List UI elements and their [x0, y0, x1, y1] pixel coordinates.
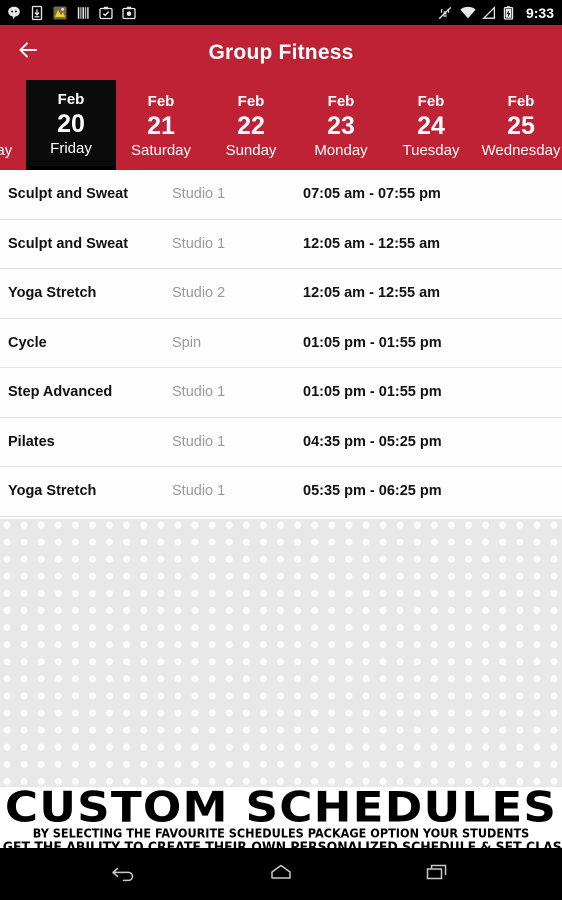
class-location: Studio 1 [172, 433, 226, 450]
status-bar: 9:33 [0, 0, 562, 25]
class-name: Pilates [8, 433, 55, 450]
date-tab-strip[interactable]: Feb19ThursdayFeb20FridayFeb21SaturdayFeb… [0, 80, 562, 170]
phone-screen: 9:33 Group Fitness Feb19ThursdayFeb20Fri… [0, 0, 562, 900]
nav-home-button[interactable] [260, 853, 302, 895]
android-navigation-bar [0, 848, 562, 900]
screenshot-capture-icon [98, 5, 114, 21]
date-tab-feb-23[interactable]: Feb 23 Monday [296, 80, 386, 170]
date-tab-month: Feb [327, 92, 355, 110]
class-name: Step Advanced [8, 384, 113, 401]
date-tab-month: Feb [417, 92, 445, 110]
class-location: Studio 1 [172, 483, 226, 500]
class-row[interactable]: Yoga Stretch Studio 1 05:35 pm - 06:25 pm [0, 467, 562, 517]
nav-home-icon [266, 859, 296, 890]
class-row[interactable]: Yoga Stretch Studio 2 12:05 am - 12:55 am [0, 269, 562, 319]
class-time: 01:05 pm - 01:55 pm [303, 384, 442, 401]
date-tab-feb-21[interactable]: Feb 21 Saturday [116, 80, 206, 170]
class-location: Studio 1 [172, 235, 226, 252]
ad-banner-headline: CUSTOM SCHEDULES [4, 787, 558, 833]
class-time: 05:35 pm - 06:25 pm [303, 483, 442, 500]
signal-icon [481, 5, 497, 21]
status-bar-system-icons: 9:33 [437, 5, 554, 21]
class-name: Sculpt and Sweat [8, 186, 129, 203]
class-location: Studio 1 [172, 384, 226, 401]
class-name: Yoga Stretch [8, 483, 97, 500]
empty-background-area [0, 519, 562, 787]
class-row[interactable]: Pilates Studio 1 04:35 pm - 05:25 pm [0, 417, 562, 467]
class-time: 04:35 pm - 05:25 pm [303, 433, 442, 450]
class-time: 07:05 am - 07:55 pm [303, 186, 441, 203]
page-title: Group Fitness [208, 40, 354, 64]
class-time: 01:05 pm - 01:55 pm [303, 334, 442, 351]
status-bar-clock: 9:33 [525, 4, 554, 21]
date-tab-day: 24 [417, 111, 445, 140]
class-name: Sculpt and Sweat [8, 235, 129, 252]
class-time: 12:05 am - 12:55 am [303, 285, 441, 302]
date-tab-day: 22 [237, 111, 265, 140]
class-time: 12:05 am - 12:55 am [303, 235, 441, 252]
date-tab-weekday: Tuesday [402, 141, 460, 159]
nav-back-button[interactable] [104, 853, 146, 895]
date-tab-day: 20 [57, 109, 85, 138]
class-location: Studio 1 [172, 186, 226, 203]
ad-banner-line1: BY SELECTING THE FAVOURITE SCHEDULES PAC… [32, 825, 530, 841]
date-tab-month: Feb [237, 92, 265, 110]
date-tab-weekday: Sunday [225, 141, 277, 159]
wifi-icon [459, 5, 476, 21]
sd-card-download-icon [29, 5, 45, 21]
date-tab-weekday: Saturday [130, 141, 192, 159]
date-tab-feb-22[interactable]: Feb 22 Sunday [206, 80, 296, 170]
date-tab-weekday: Wednesday [481, 141, 561, 159]
status-bar-notification-icons [6, 5, 437, 21]
ringer-muted-icon [437, 5, 453, 21]
app-notification-icon [52, 5, 68, 21]
sim-barcode-icon [75, 5, 91, 21]
class-row[interactable]: Sculpt and Sweat Studio 1 07:05 am - 07:55… [0, 170, 562, 220]
date-tab-month: Feb [147, 92, 175, 110]
class-row[interactable]: Step Advanced Studio 1 01:05 pm - 01:55 pm [0, 368, 562, 418]
date-tab-weekday: Thursday [0, 141, 13, 159]
date-tab-month: Feb [507, 92, 535, 110]
date-tab-weekday: Friday [50, 139, 92, 157]
battery-charging-icon [503, 5, 519, 21]
date-tab-feb-19[interactable]: Feb19Thursday [0, 80, 26, 170]
class-location: Studio 2 [172, 285, 226, 302]
ad-banner-line2: GET THE ABILITY TO CREATE THEIR OWN PERS… [2, 838, 562, 848]
app-bar: Group Fitness [0, 25, 562, 80]
date-tab-feb-20[interactable]: Feb 20 Friday [26, 80, 116, 170]
nav-back-icon [110, 859, 140, 890]
class-location: Spin [172, 334, 202, 351]
class-name: Yoga Stretch [8, 285, 97, 302]
nav-recents-button[interactable] [416, 853, 458, 895]
class-row[interactable]: Sculpt and Sweat Studio 1 12:05 am - 12:55… [0, 219, 562, 269]
date-tab-track: Feb19ThursdayFeb20FridayFeb21SaturdayFeb… [0, 80, 562, 170]
class-name: Cycle [8, 334, 47, 351]
date-tab-day: 23 [327, 111, 355, 140]
ad-banner[interactable]: CUSTOM SCHEDULES BY SELECTING THE FAVOUR… [0, 787, 562, 848]
date-tab-day: 25 [507, 111, 535, 140]
date-tab-feb-25[interactable]: Feb 25 Wednesday [476, 80, 562, 170]
class-schedule-list[interactable]: Sculpt and Sweat Studio 1 07:05 am - 07:55… [0, 170, 562, 519]
date-tab-day: 21 [147, 111, 175, 140]
camera-capture-icon [121, 5, 137, 21]
hangouts-icon [6, 5, 22, 21]
date-tab-feb-24[interactable]: Feb 24 Tuesday [386, 80, 476, 170]
date-tab-month: Feb [57, 90, 85, 108]
nav-recents-icon [422, 859, 452, 890]
date-tab-weekday: Monday [314, 141, 368, 159]
class-row[interactable]: Cycle Spin 01:05 pm - 01:55 pm [0, 318, 562, 368]
